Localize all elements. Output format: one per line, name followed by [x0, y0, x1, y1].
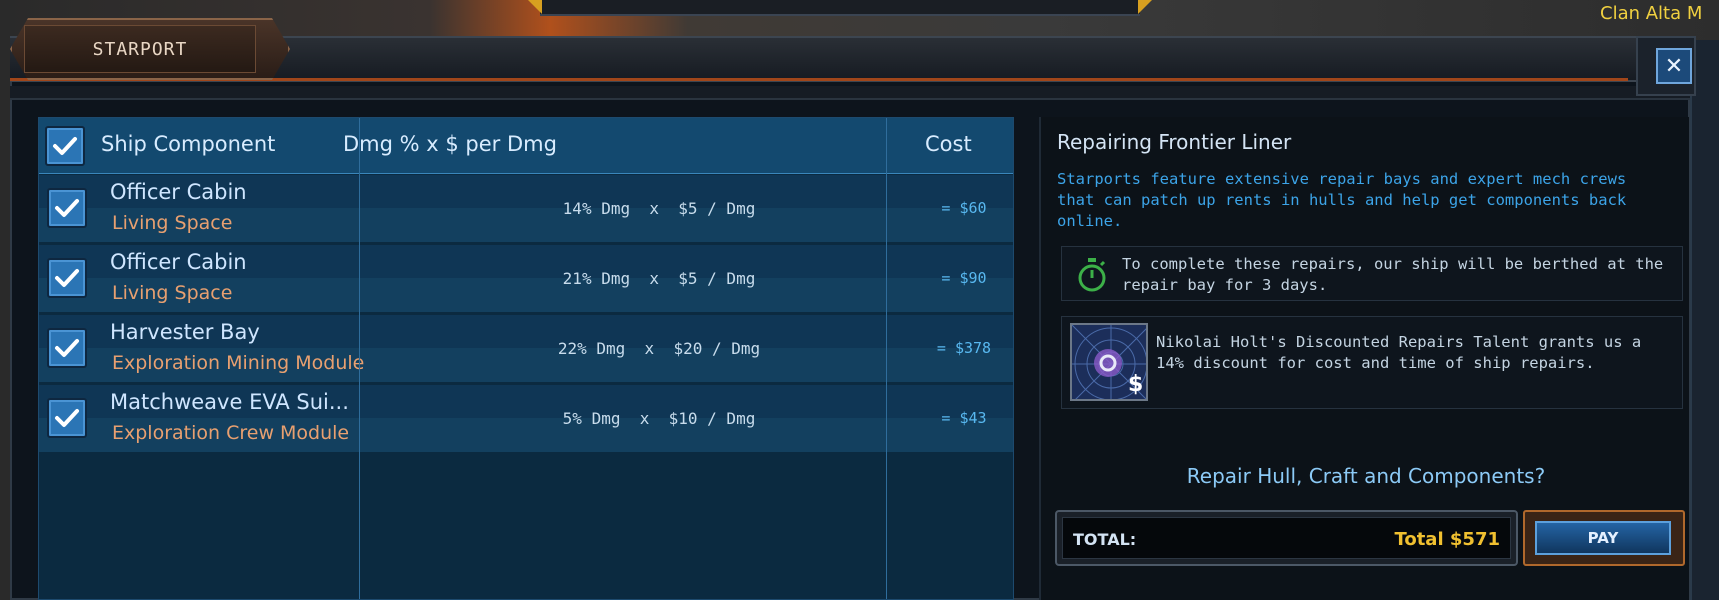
component-damage: 5% Dmg x $10 / Dmg [562, 409, 756, 428]
talent-notice-box: $ Nikolai Holt's Discounted Repairs Tale… [1061, 316, 1683, 409]
component-category: Exploration Mining Module [112, 352, 365, 374]
window-title: STARPORT [92, 38, 188, 60]
column-divider [886, 118, 887, 599]
table-row[interactable]: Officer Cabin Living Space 14% Dmg x $5 … [39, 175, 1013, 242]
background-clan-label: Clan Alta M [1600, 3, 1703, 24]
checkmark-icon [53, 137, 77, 155]
top-hud-strip [528, 0, 1152, 16]
total-box: TOTAL: Total $571 [1055, 510, 1518, 566]
checkmark-icon [55, 409, 79, 427]
berth-notice-box: To complete these repairs, our ship will… [1061, 246, 1683, 301]
checkmark-icon [55, 199, 79, 217]
component-name: Officer Cabin [110, 180, 247, 204]
pay-button-frame: PAY [1523, 510, 1685, 566]
component-category: Living Space [112, 212, 233, 234]
header-ship-component: Ship Component [101, 132, 276, 156]
components-table: Ship Component Dmg % x $ per Dmg Cost Of… [38, 117, 1014, 600]
total-label: TOTAL: [1073, 530, 1137, 549]
component-damage: 22% Dmg x $20 / Dmg [557, 339, 761, 358]
row-checkbox[interactable] [47, 398, 87, 438]
close-icon: ✕ [1664, 53, 1684, 79]
talent-notice-text: Nikolai Holt's Discounted Repairs Talent… [1156, 333, 1642, 372]
table-header: Ship Component Dmg % x $ per Dmg Cost [39, 118, 1013, 174]
component-cost: = $43 [941, 409, 987, 427]
header-cost: Cost [925, 132, 972, 156]
component-name: Matchweave EVA Sui... [110, 390, 349, 414]
row-checkbox[interactable] [47, 258, 87, 298]
checkmark-icon [55, 269, 79, 287]
repair-info-panel: Repairing Frontier Liner Starports featu… [1039, 117, 1689, 600]
svg-text:$: $ [1128, 372, 1143, 397]
table-row[interactable]: Officer Cabin Living Space 21% Dmg x $5 … [39, 245, 1013, 312]
repair-title: Repairing Frontier Liner [1057, 130, 1292, 154]
stopwatch-icon [1078, 258, 1106, 292]
component-category: Exploration Crew Module [112, 422, 350, 444]
total-value: Total $571 [1394, 529, 1500, 550]
component-name: Officer Cabin [110, 250, 247, 274]
right-edge-panel [1690, 40, 1719, 600]
pay-button[interactable]: PAY [1535, 521, 1671, 555]
table-row[interactable]: Matchweave EVA Sui... Exploration Crew M… [39, 385, 1013, 452]
berth-notice-text: To complete these repairs, our ship will… [1122, 255, 1664, 294]
component-cost: = $60 [941, 199, 987, 217]
component-damage: 21% Dmg x $5 / Dmg [562, 269, 756, 288]
component-cost: = $90 [941, 269, 987, 287]
row-checkbox[interactable] [47, 328, 87, 368]
row-checkbox[interactable] [47, 188, 87, 228]
discounted-repairs-talent-icon: $ [1070, 323, 1148, 401]
table-row[interactable]: Harvester Bay Exploration Mining Module … [39, 315, 1013, 382]
checkmark-icon [55, 339, 79, 357]
wrench-gear-dollar-icon: $ [1072, 325, 1146, 399]
component-damage: 14% Dmg x $5 / Dmg [562, 199, 756, 218]
total-inner: TOTAL: Total $571 [1062, 517, 1511, 559]
column-divider [359, 118, 360, 599]
component-name: Harvester Bay [110, 320, 260, 344]
close-button[interactable]: ✕ [1656, 48, 1692, 84]
component-category: Living Space [112, 282, 233, 304]
repair-description: Starports feature extensive repair bays … [1057, 170, 1627, 230]
frame-strip [10, 86, 1690, 100]
select-all-checkbox[interactable] [45, 126, 85, 166]
header-damage: Dmg % x $ per Dmg [343, 132, 557, 156]
repair-question: Repair Hull, Craft and Components? [1186, 464, 1546, 488]
component-cost: = $378 [936, 339, 992, 357]
